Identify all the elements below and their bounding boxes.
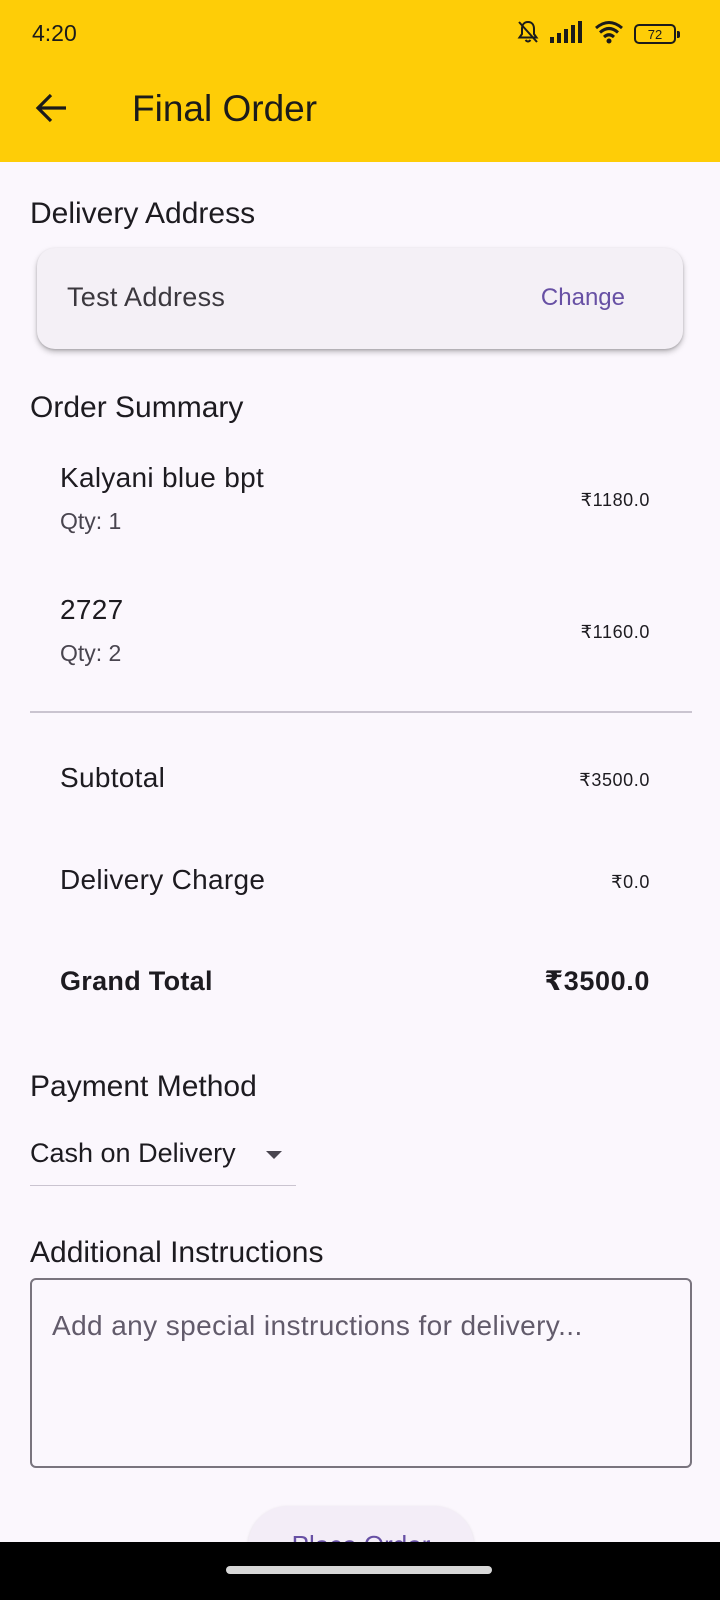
status-bar: 4:20 72 [0, 0, 720, 70]
address-text: Test Address [67, 282, 226, 312]
caret-down-icon [264, 1148, 284, 1166]
payment-method-heading: Payment Method [30, 1070, 257, 1103]
place-order-button[interactable]: Place Order [248, 1506, 474, 1542]
divider [30, 711, 692, 713]
arrow-left-icon [35, 93, 69, 128]
toolbar: Final Order [0, 70, 720, 162]
subtotal-row: Subtotal ₹3500.0 [60, 762, 650, 802]
subtotal-value: ₹3500.0 [579, 770, 650, 790]
payment-method-value: Cash on Delivery [30, 1138, 236, 1168]
item-name: 2727 [60, 594, 124, 625]
delivery-charge-value: ₹0.0 [611, 872, 650, 892]
delivery-charge-row: Delivery Charge ₹0.0 [60, 864, 650, 904]
instructions-field[interactable] [30, 1278, 692, 1468]
wifi-icon [594, 20, 624, 49]
battery-level: 72 [647, 26, 663, 42]
order-summary-heading: Order Summary [30, 391, 244, 424]
app-bar: 4:20 72 Final Order [0, 0, 720, 162]
payment-method-dropdown[interactable]: Cash on Delivery [30, 1134, 296, 1186]
item-qty: Qty: 1 [60, 508, 122, 534]
subtotal-label: Subtotal [60, 762, 166, 793]
list-item: Kalyani blue bpt Qty: 1 ₹1180.0 [60, 462, 650, 562]
page-title: Final Order [132, 88, 318, 129]
battery-icon: 72 [634, 24, 680, 44]
home-indicator[interactable] [226, 1566, 492, 1574]
list-item: 2727 Qty: 2 ₹1160.0 [60, 594, 650, 694]
item-name: Kalyani blue bpt [60, 462, 265, 493]
grand-total-value: ₹3500.0 [544, 966, 650, 996]
additional-instructions-heading: Additional Instructions [30, 1236, 324, 1269]
change-address-button[interactable]: Change [541, 284, 625, 312]
grand-total-label: Grand Total [60, 966, 213, 996]
status-icons: 72 [516, 18, 680, 50]
grand-total-row: Grand Total ₹3500.0 [60, 966, 650, 1006]
place-order-container: Place Order [0, 1500, 720, 1542]
bell-muted-icon [516, 19, 540, 50]
delivery-charge-label: Delivery Charge [60, 864, 266, 895]
item-price: ₹1180.0 [580, 490, 650, 510]
back-button[interactable] [28, 86, 76, 134]
address-card: Test Address Change [37, 248, 683, 349]
item-price: ₹1160.0 [580, 622, 650, 642]
signal-icon [550, 20, 584, 48]
status-time: 4:20 [32, 20, 77, 46]
delivery-address-heading: Delivery Address [30, 197, 256, 230]
system-nav-bar [0, 1542, 720, 1600]
item-qty: Qty: 2 [60, 640, 122, 666]
